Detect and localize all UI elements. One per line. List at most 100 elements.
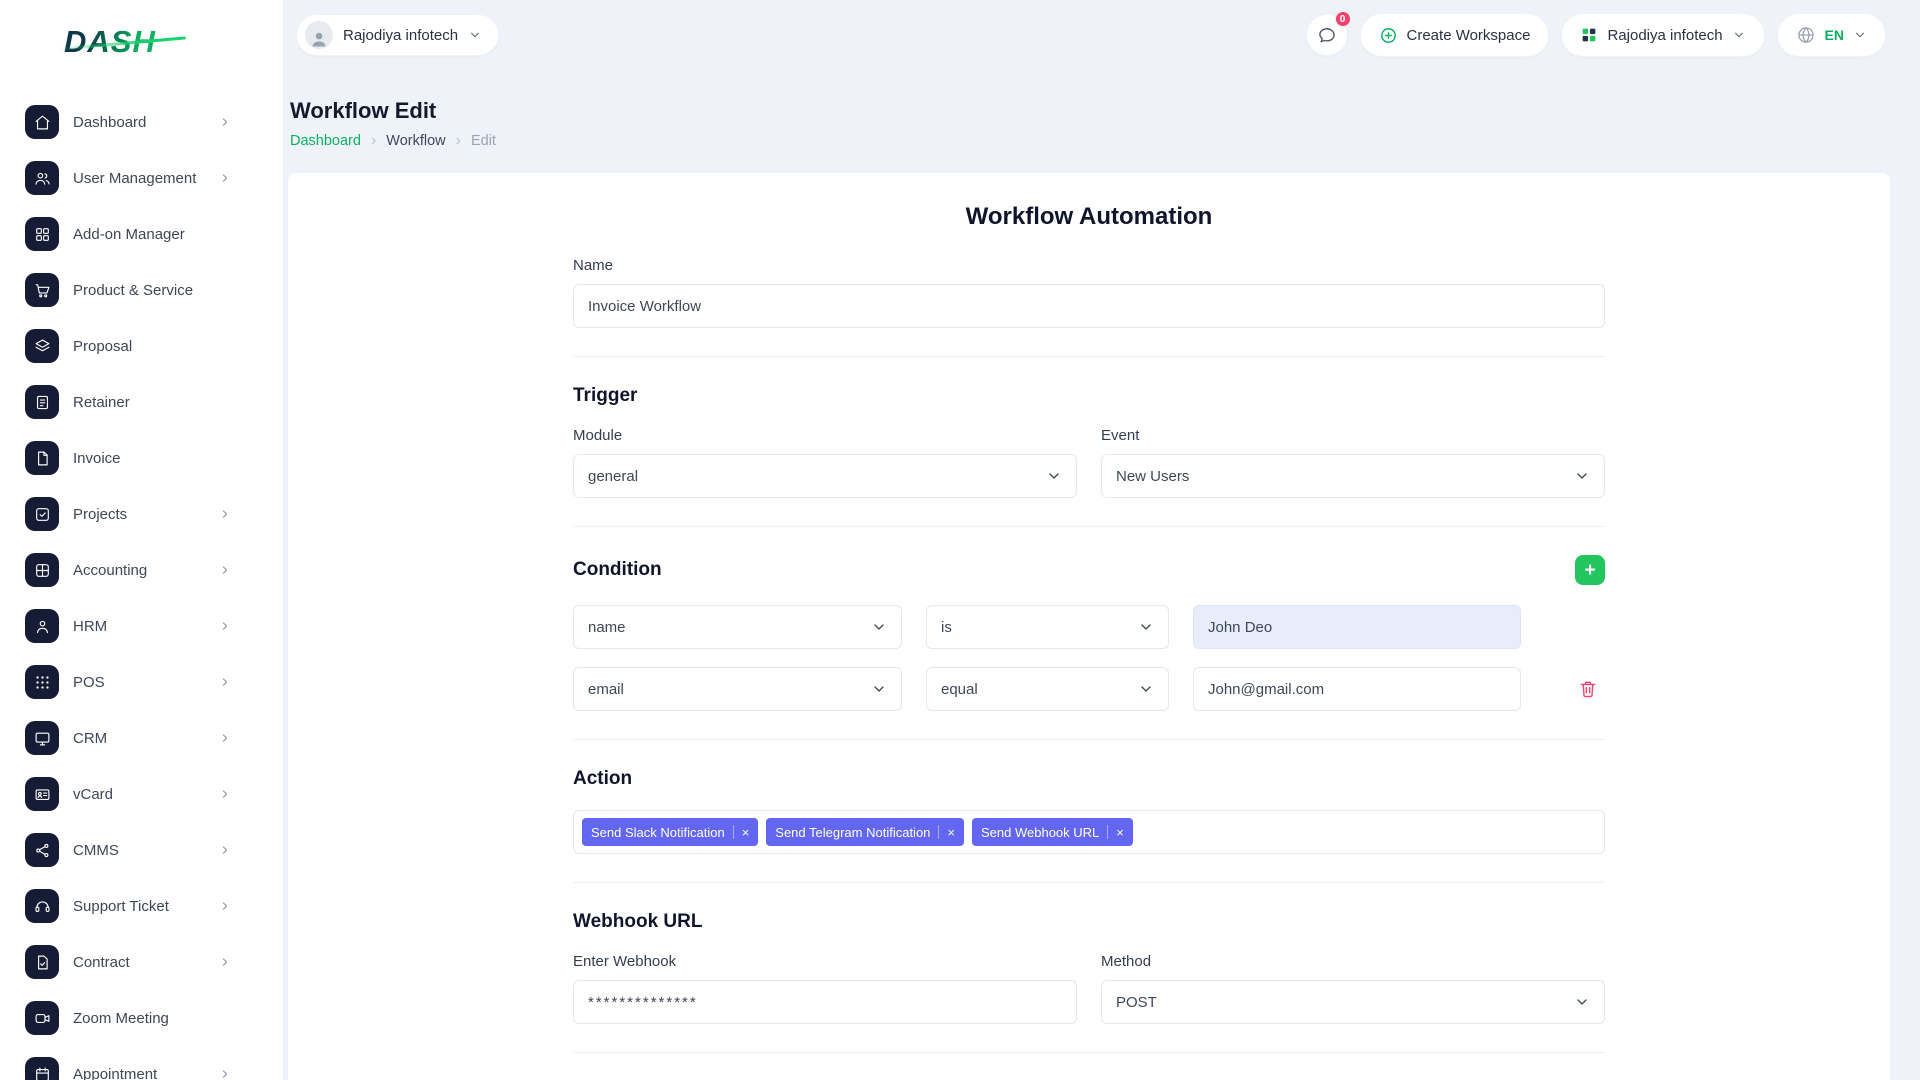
breadcrumb-edit: Edit	[471, 133, 496, 149]
main-content: Workflow Edit Dashboard › Workflow › Edi…	[284, 0, 1920, 1080]
sidebar-item-projects[interactable]: Projects	[0, 486, 283, 542]
addon-icon	[25, 217, 59, 251]
plus-circle-icon	[1379, 26, 1398, 45]
condition-value-input[interactable]	[1193, 605, 1521, 649]
sidebar-item-appointment[interactable]: Appointment	[0, 1046, 283, 1080]
globe-icon	[1796, 25, 1816, 45]
event-field: Event New Users	[1101, 427, 1605, 498]
chevron-right-icon	[219, 956, 231, 968]
sidebar-item-label: Contract	[73, 954, 130, 971]
create-workspace-label: Create Workspace	[1407, 27, 1531, 44]
condition-field-select[interactable]: name	[573, 605, 902, 649]
webhook-heading: Webhook URL	[573, 911, 1605, 933]
sidebar-item-product-service[interactable]: Product & Service	[0, 262, 283, 318]
sidebar-item-label: CMMS	[73, 842, 119, 859]
create-workspace-button[interactable]: Create Workspace	[1360, 13, 1550, 57]
chevron-down-icon	[1853, 28, 1867, 42]
action-tag: Send Slack Notification ×	[582, 818, 758, 846]
form-title: Workflow Automation	[573, 203, 1605, 231]
workspace-grid-icon	[1580, 26, 1598, 44]
chevron-right-icon	[219, 1068, 231, 1080]
webhook-method-value: POST	[1116, 994, 1157, 1011]
home-icon	[25, 105, 59, 139]
sidebar-item-add-on-manager[interactable]: Add-on Manager	[0, 206, 283, 262]
cmms-icon	[25, 833, 59, 867]
workspace-selector[interactable]: Rajodiya infotech	[296, 14, 499, 56]
sidebar-item-vcard[interactable]: vCard	[0, 766, 283, 822]
delete-condition-button[interactable]	[1571, 672, 1605, 706]
invoice-icon	[25, 441, 59, 475]
calendar-icon	[25, 1057, 59, 1080]
condition-operator-select[interactable]: equal	[926, 667, 1169, 711]
avatar	[305, 21, 333, 49]
chevron-down-icon	[468, 28, 482, 42]
condition-field-value: email	[588, 681, 624, 698]
sidebar-item-support-ticket[interactable]: Support Ticket	[0, 878, 283, 934]
messages-button[interactable]: 0	[1306, 14, 1348, 56]
sidebar-item-hrm[interactable]: HRM	[0, 598, 283, 654]
sidebar-item-label: Zoom Meeting	[73, 1010, 169, 1027]
sidebar-item-zoom-meeting[interactable]: Zoom Meeting	[0, 990, 283, 1046]
event-select-value: New Users	[1116, 468, 1189, 485]
breadcrumb-workflow[interactable]: Workflow	[386, 133, 445, 149]
condition-operator-select[interactable]: is	[926, 605, 1169, 649]
condition-field-select[interactable]: email	[573, 667, 902, 711]
sidebar-item-pos[interactable]: POS	[0, 654, 283, 710]
condition-field-value: name	[588, 619, 626, 636]
chevron-right-icon	[219, 732, 231, 744]
action-tag-label: Send Slack Notification	[591, 825, 725, 840]
condition-value-input[interactable]	[1193, 667, 1521, 711]
remove-tag-icon[interactable]: ×	[947, 826, 955, 839]
sidebar-item-label: Add-on Manager	[73, 226, 185, 243]
sidebar-item-label: Invoice	[73, 450, 121, 467]
breadcrumb: Dashboard › Workflow › Edit	[290, 133, 1890, 149]
action-tag-label: Send Webhook URL	[981, 825, 1099, 840]
sidebar-item-crm[interactable]: CRM	[0, 710, 283, 766]
language-selector[interactable]: EN	[1777, 13, 1886, 57]
page-head: Workflow Edit Dashboard › Workflow › Edi…	[288, 70, 1890, 149]
sidebar-item-cmms[interactable]: CMMS	[0, 822, 283, 878]
chevron-down-icon	[1046, 468, 1062, 484]
event-select[interactable]: New Users	[1101, 454, 1605, 498]
chevron-down-icon	[1574, 468, 1590, 484]
sidebar-item-contract[interactable]: Contract	[0, 934, 283, 990]
action-tag-label: Send Telegram Notification	[775, 825, 930, 840]
chevron-right-icon	[219, 620, 231, 632]
sidebar-item-label: POS	[73, 674, 105, 691]
sidebar-item-invoice[interactable]: Invoice	[0, 430, 283, 486]
tag-separator	[1107, 825, 1108, 839]
workflow-name-input[interactable]	[573, 284, 1605, 328]
sidebar-item-proposal[interactable]: Proposal	[0, 318, 283, 374]
webhook-method-field: Method POST	[1101, 953, 1605, 1024]
add-condition-button[interactable]: +	[1575, 555, 1605, 585]
sidebar-item-label: vCard	[73, 786, 113, 803]
sidebar-item-label: Projects	[73, 506, 127, 523]
module-select[interactable]: general	[573, 454, 1077, 498]
section-divider	[573, 526, 1605, 527]
sidebar-item-label: HRM	[73, 618, 107, 635]
webhook-method-label: Method	[1101, 953, 1605, 970]
webhook-url-input[interactable]	[573, 980, 1077, 1024]
trash-icon	[1578, 679, 1598, 699]
notification-badge: 0	[1334, 10, 1352, 28]
remove-tag-icon[interactable]: ×	[742, 826, 750, 839]
projects-icon	[25, 497, 59, 531]
chevron-down-icon	[1574, 994, 1590, 1010]
company-menu-button[interactable]: Rajodiya infotech	[1561, 13, 1764, 57]
app-logo[interactable]: DASH	[0, 0, 210, 64]
sidebar-item-accounting[interactable]: Accounting	[0, 542, 283, 598]
chevron-right-icon	[219, 844, 231, 856]
sidebar-item-dashboard[interactable]: Dashboard	[0, 94, 283, 150]
module-field: Module general	[573, 427, 1077, 498]
chevron-down-icon	[1138, 619, 1154, 635]
action-tags-field[interactable]: Send Slack Notification × Send Telegram …	[573, 810, 1605, 854]
breadcrumb-dashboard[interactable]: Dashboard	[290, 133, 361, 149]
chevron-down-icon	[1138, 681, 1154, 697]
sidebar-item-retainer[interactable]: Retainer	[0, 374, 283, 430]
sidebar-item-user-management[interactable]: User Management	[0, 150, 283, 206]
section-divider	[573, 356, 1605, 357]
retainer-icon	[25, 385, 59, 419]
pos-icon	[25, 665, 59, 699]
webhook-method-select[interactable]: POST	[1101, 980, 1605, 1024]
remove-tag-icon[interactable]: ×	[1116, 826, 1124, 839]
